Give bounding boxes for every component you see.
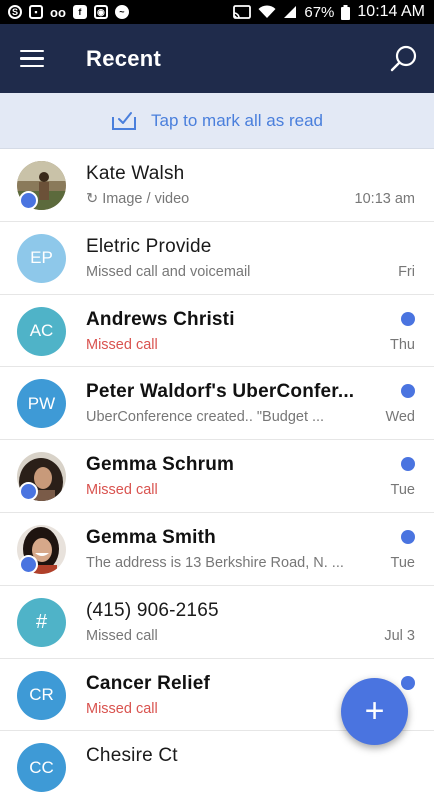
unread-dot [401,675,415,690]
system-icons: 67% 10:14 AM [233,3,434,21]
instagram-icon: ◉ [93,5,108,19]
voicemail-icon: oo [50,4,66,20]
message-preview: ↻ Image / video [86,191,189,207]
unread-dot [401,384,415,399]
contact-name: (415) 906-2165 [86,599,219,621]
new-message-button[interactable]: + [341,678,408,745]
message-preview: Missed call and voicemail [86,263,251,280]
contact-name: Gemma Schrum [86,454,235,476]
list-item[interactable]: PW Peter Waldorf's UberConfer... UberCon… [0,367,434,441]
search-button[interactable] [374,24,434,93]
unread-dot [401,529,415,544]
presence-dot [19,554,38,574]
avatar: PW [17,379,66,429]
battery-icon [341,4,351,20]
contact-name: Chesire Ct [86,745,178,767]
avatar-initials: CC [29,757,54,777]
avatar: EP [17,233,66,283]
signal-icon [283,5,297,19]
timestamp: Jul 3 [384,627,415,644]
check-tray-icon [112,111,137,130]
timestamp: Tue [390,554,415,571]
avatar-initials: CR [29,685,54,705]
avatar-initials: EP [30,248,53,268]
messenger-icon: ~ [114,5,129,19]
app-bar: Recent [0,24,434,93]
mark-all-read-label: Tap to mark all as read [151,110,323,130]
message-preview: Missed call [86,627,158,644]
timestamp: 10:13 am [354,191,415,207]
timestamp: Tue [390,482,415,499]
contact-name: Peter Waldorf's UberConfer... [86,381,355,403]
list-item[interactable]: Kate Walsh ↻ Image / video 10:13 am [0,149,434,222]
cast-icon [233,5,252,19]
avatar: CR [17,670,66,720]
list-item[interactable]: EP Eletric Provide Missed call and voice… [0,221,434,295]
facebook-icon: f [72,5,87,19]
wifi-icon [258,5,276,19]
document-icon: ▪ [29,5,43,19]
skype-icon: S [8,5,22,19]
avatar-initials: PW [27,393,56,413]
avatar: # [17,597,66,647]
avatar: AC [17,306,66,356]
contact-name: Andrews Christi [86,308,235,330]
message-preview: UberConference created.. "Budget ... [86,409,325,426]
timestamp: Fri [398,263,415,280]
list-item[interactable]: Gemma Smith The address is 13 Berkshire … [0,512,434,586]
avatar [17,524,66,574]
timestamp: Wed [385,409,415,426]
battery-percent: 67% [304,3,335,21]
list-item[interactable]: Gemma Schrum Missed call Tue [0,440,434,513]
message-preview: Missed call [86,336,158,353]
clock: 10:14 AM [357,3,425,20]
search-icon [390,45,417,71]
contact-name: Kate Walsh [86,163,185,184]
unread-dot [401,457,415,472]
message-preview: The address is 13 Berkshire Road, N. ... [86,554,344,571]
avatar: CC [17,743,66,793]
avatar [17,452,66,502]
avatar-initials: # [35,610,48,633]
list-item[interactable]: AC Andrews Christi Missed call Thu [0,294,434,368]
presence-dot [19,191,38,210]
avatar [17,161,66,210]
timestamp: Thu [390,336,415,353]
avatar-initials: AC [29,321,54,341]
page-title: Recent [86,45,162,71]
unread-dot [401,311,415,326]
list-item[interactable]: # (415) 906-2165 Missed call Jul 3 [0,585,434,659]
message-preview: Missed call [86,700,158,717]
preview-text: Image / video [102,191,190,207]
mark-all-read-button[interactable]: Tap to mark all as read [0,93,434,149]
contact-name: Gemma Smith [86,526,216,548]
message-preview: Missed call [86,482,158,499]
hamburger-menu-icon [20,47,44,70]
plus-icon: + [364,692,385,730]
notification-icons: S ▪ oo f ◉ ~ [0,5,129,20]
status-bar: S ▪ oo f ◉ ~ 67% 10:14 AM [0,0,434,24]
contact-name: Cancer Relief [86,672,211,694]
reply-icon: ↻ [86,191,99,207]
menu-button[interactable] [0,24,64,93]
contact-name: Eletric Provide [86,235,212,257]
